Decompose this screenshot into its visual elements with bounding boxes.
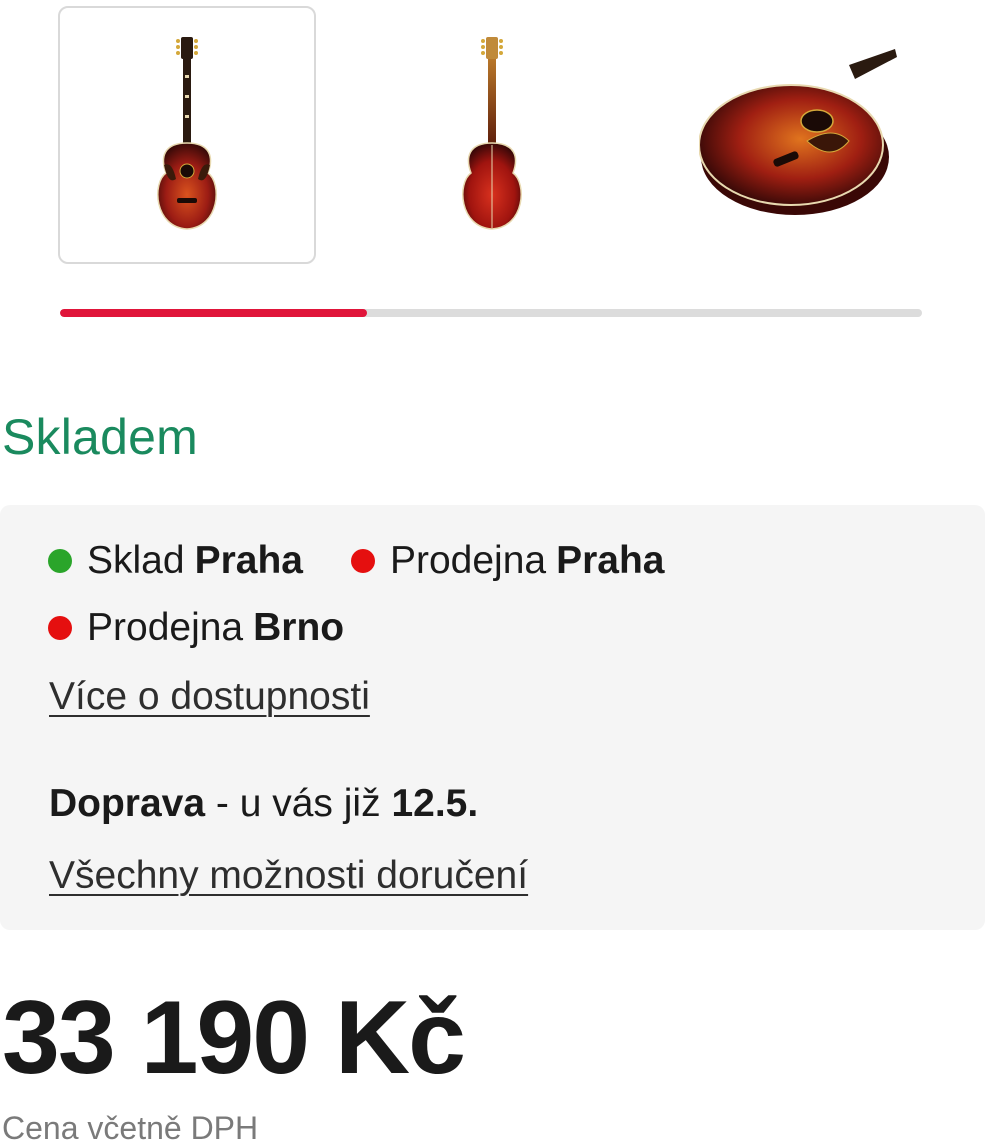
availability-panel: Sklad Praha Prodejna Praha Prodejna Brno… [0,505,985,930]
stock-status: Skladem [2,409,198,465]
delivery-options-link[interactable]: Všechny možnosti doručení [49,854,528,898]
store-type: Sklad [87,539,185,582]
store-availability-list: Sklad Praha Prodejna Praha Prodejna Brno [48,535,928,669]
gallery-thumbnail-1[interactable] [58,6,316,264]
store-type: Prodejna [389,539,547,582]
shipping-date: 12.5. [391,782,479,825]
status-dot-icon [350,549,375,573]
gallery-thumbnail-3[interactable] [670,6,928,264]
store-city: Brno [253,606,345,649]
status-dot-icon [48,616,72,640]
status-dot-icon [48,549,72,573]
guitar-back-icon [462,37,522,230]
store-type: Prodejna [87,606,244,649]
shipping-text: - u vás již [205,782,392,825]
gallery-scroll-progress [60,309,367,317]
guitar-body-angle-icon [699,49,897,215]
shipping-label: Doprava [49,782,206,825]
store-item: Prodejna Praha [350,539,665,583]
product-gallery [58,6,922,264]
store-city: Praha [194,539,303,582]
store-item: Sklad Praha [48,539,303,583]
product-detail-page: Skladem Sklad Praha Prodejna Praha Prode… [0,0,985,1144]
gallery-thumbnail-2[interactable] [363,6,621,264]
store-row: Prodejna Brno [48,602,928,654]
store-row: Sklad Praha Prodejna Praha [48,535,928,587]
shipping-info: Doprava - u vás již 12.5. [49,782,478,826]
more-availability-link[interactable]: Více o dostupnosti [49,675,370,719]
product-price: 33 190 Kč [2,980,466,1096]
gallery-scrollbar[interactable] [60,309,922,317]
store-item: Prodejna Brno [48,606,344,650]
store-city: Praha [556,539,665,582]
vat-note: Cena včetně DPH [2,1110,259,1144]
guitar-front-icon [157,37,217,230]
